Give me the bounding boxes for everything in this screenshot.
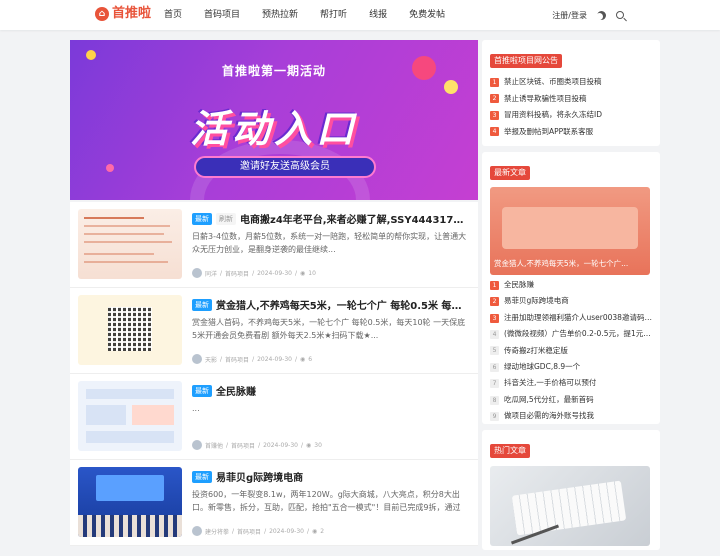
avatar[interactable] — [192, 440, 202, 450]
list-item[interactable]: 7 抖音关注,一手价格可以预付 — [490, 375, 652, 391]
post-meta: 首赚他 / 首码项目/ 2024-09-30/ ◉ 30 — [192, 440, 322, 450]
post-views: 10 — [308, 269, 316, 277]
post-excerpt: 日薪3-4位数，月薪5位数，系统一对一陪跑，轻松简单的帮你实现，让普通大众无压力… — [192, 232, 467, 254]
search-icon[interactable] — [616, 11, 624, 19]
header-actions: 注册/登录 — [552, 0, 624, 30]
post-author[interactable]: 天影 — [205, 355, 217, 364]
banner-decoration — [106, 164, 114, 172]
list-item[interactable]: 2 禁止诱导欺骗性项目投稿 — [490, 91, 652, 108]
post-title[interactable]: 电商搬z4年老平台,来者必赚了解,SSY444317324 — [240, 211, 470, 226]
banner-title: 首推啦第一期活动 — [221, 64, 326, 78]
post-item[interactable]: 最新 易菲贝g际跨境电商 投资600，一年裂变8.1w，两年120W。g际大商城… — [70, 460, 478, 546]
logo-icon: ⌂ — [95, 7, 109, 21]
post-meta: 同洋 / 首码项目/ 2024-09-30/ ◉ 10 — [192, 268, 316, 278]
banner-decoration — [444, 80, 458, 94]
nav-item-home[interactable]: 首页 — [153, 0, 193, 30]
login-register-link[interactable]: 注册/登录 — [552, 10, 587, 21]
list-item[interactable]: 1 禁止区块链、币圈类项目投稿 — [490, 74, 652, 91]
tag-new: 最新 — [192, 298, 212, 311]
list-item[interactable]: 9 做项目必需的海外账号找我 — [490, 408, 652, 424]
avatar[interactable] — [192, 268, 202, 278]
hot-articles-card: 热门文章 — [482, 430, 660, 550]
top-navbar: ⌂ 首推啦 首页 首码项目 预热拉新 帮打听 线报 免费发帖 注册/登录 — [0, 0, 720, 30]
notice-card: 首推啦项目网公告 1 禁止区块链、币圈类项目投稿 2 禁止诱导欺骗性项目投稿 3 冒用… — [482, 40, 660, 146]
tag-new: 最新 — [192, 212, 212, 225]
list-item[interactable]: 1 全民脉赚 — [490, 277, 652, 293]
eye-icon: ◉ — [306, 441, 312, 449]
dark-mode-icon[interactable] — [597, 11, 606, 20]
nav-item-inquire[interactable]: 帮打听 — [309, 0, 358, 30]
post-views: 6 — [308, 355, 313, 363]
logo-text: 首推啦 — [112, 6, 152, 21]
list-item[interactable]: 6 绿动地球GDC,8.9一个 — [490, 359, 652, 375]
new-articles-list: 1 全民脉赚 2 易菲贝g际跨境电商 3 注册加助理领福利猫介人user0038邀请码… — [490, 277, 652, 425]
list-item[interactable]: 2 易菲贝g际跨境电商 — [490, 293, 652, 309]
hot-articles-title: 热门文章 — [490, 444, 530, 458]
post-excerpt: ... — [192, 404, 200, 413]
list-item[interactable]: 4 (微微段视频）广告单价0.2-0.5元，提1元起... — [490, 326, 652, 342]
post-author[interactable]: 建分将拳 — [205, 527, 229, 536]
new-article-caption[interactable]: 赏金猎人,不养鸡每天5米，一轮七个广... — [494, 258, 646, 269]
list-item[interactable]: 8 吃瓜网,5代分红，最新首码 — [490, 392, 652, 408]
post-author[interactable]: 同洋 — [205, 269, 217, 278]
main-nav: 首页 首码项目 预热拉新 帮打听 线报 免费发帖 — [153, 0, 456, 30]
main-column: 首推啦第一期活动 活动入口 邀请好友送高级会员 最新 刷新 电商搬z4年老平台,… — [70, 40, 478, 546]
post-item[interactable]: 最新 赏金猎人,不养鸡每天5米，一轮七个广 每轮0.5米 每天... 赏金猎人首… — [70, 288, 478, 374]
post-category[interactable]: 首码项目 — [225, 355, 249, 364]
list-item[interactable]: 4 举报及删帖到APP联系客服 — [490, 124, 652, 141]
eye-icon: ◉ — [312, 527, 318, 535]
hot-article-image[interactable] — [490, 466, 650, 546]
tag-new: 最新 — [192, 384, 212, 397]
post-item[interactable]: 最新 全民脉赚 ... 首赚他 / 首码项目/ 2024-09-30/ ◉ 30 — [70, 374, 478, 460]
post-date: 2024-09-30 — [263, 441, 298, 449]
post-title[interactable]: 易菲贝g际跨境电商 — [216, 469, 303, 484]
post-thumbnail[interactable] — [78, 209, 182, 279]
post-excerpt: 赏金猎人首码，不养鸡每天5米，一轮七个广 每轮0.5米，每天10轮 一天保底5米… — [192, 318, 466, 340]
post-title[interactable]: 赏金猎人,不养鸡每天5米，一轮七个广 每轮0.5米 每天... — [216, 297, 470, 312]
post-category[interactable]: 首码项目 — [237, 527, 261, 536]
site-logo[interactable]: ⌂ 首推啦 — [95, 6, 151, 22]
post-list: 最新 刷新 电商搬z4年老平台,来者必赚了解,SSY444317324 日薪3-… — [70, 202, 478, 546]
tag-new: 最新 — [192, 470, 212, 483]
post-excerpt: 投资600，一年裂变8.1w，两年120W。g际大商城，八大亮点，积分8大出口。… — [192, 490, 461, 512]
new-articles-card: 最新文章 赏金猎人,不养鸡每天5米，一轮七个广... 1 全民脉赚 2 易菲贝g际跨… — [482, 152, 660, 424]
nav-item-tips[interactable]: 线报 — [358, 0, 398, 30]
post-views: 30 — [314, 441, 322, 449]
list-item[interactable]: 3 冒用资料投稿，将永久冻结ID — [490, 107, 652, 124]
post-views: 2 — [320, 527, 325, 535]
post-title[interactable]: 全民脉赚 — [216, 383, 256, 398]
banner-invite-button[interactable]: 邀请好友送高级会员 — [194, 156, 376, 178]
tag-refresh: 刷新 — [216, 212, 236, 225]
post-item[interactable]: 最新 刷新 电商搬z4年老平台,来者必赚了解,SSY444317324 日薪3-… — [70, 202, 478, 288]
nav-item-projects[interactable]: 首码项目 — [193, 0, 251, 30]
post-category[interactable]: 首码项目 — [225, 269, 249, 278]
post-meta: 天影 / 首码项目/ 2024-09-30/ ◉ 6 — [192, 354, 312, 364]
post-meta: 建分将拳 / 首码项目/ 2024-09-30/ ◉ 2 — [192, 526, 324, 536]
activity-banner[interactable]: 首推啦第一期活动 活动入口 邀请好友送高级会员 — [70, 40, 478, 200]
sidebar: 首推啦项目网公告 1 禁止区块链、币圈类项目投稿 2 禁止诱导欺骗性项目投稿 3 冒用… — [482, 40, 660, 556]
list-item[interactable]: 3 注册加助理领福利猫介人user0038邀请码PM... — [490, 310, 652, 326]
notice-list: 1 禁止区块链、币圈类项目投稿 2 禁止诱导欺骗性项目投稿 3 冒用资料投稿，将永久冻… — [490, 74, 652, 140]
banner-decoration — [86, 50, 96, 60]
post-date: 2024-09-30 — [269, 527, 304, 535]
new-article-image[interactable]: 赏金猎人,不养鸡每天5米，一轮七个广... — [490, 187, 650, 275]
post-thumbnail[interactable] — [78, 381, 182, 451]
post-author[interactable]: 首赚他 — [205, 441, 223, 450]
nav-item-free-post[interactable]: 免费发帖 — [398, 0, 456, 30]
post-date: 2024-09-30 — [257, 269, 292, 277]
new-articles-title: 最新文章 — [490, 166, 530, 180]
avatar[interactable] — [192, 526, 202, 536]
eye-icon: ◉ — [300, 355, 306, 363]
post-thumbnail[interactable] — [78, 295, 182, 365]
nav-item-preheat[interactable]: 预热拉新 — [251, 0, 309, 30]
avatar[interactable] — [192, 354, 202, 364]
post-thumbnail[interactable] — [78, 467, 182, 537]
list-item[interactable]: 5 传奇搬z打米稳定版 — [490, 343, 652, 359]
eye-icon: ◉ — [300, 269, 306, 277]
post-category[interactable]: 首码项目 — [231, 441, 255, 450]
banner-headline: 活动入口 — [189, 107, 358, 151]
post-date: 2024-09-30 — [257, 355, 292, 363]
notice-card-title: 首推啦项目网公告 — [490, 54, 562, 68]
